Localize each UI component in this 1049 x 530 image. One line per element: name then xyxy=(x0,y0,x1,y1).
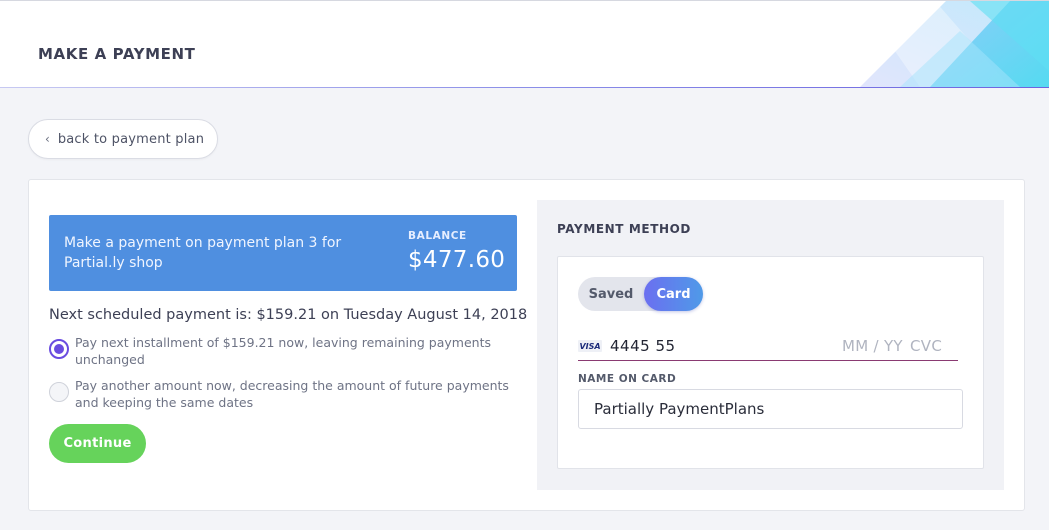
card-expiry-placeholder[interactable]: MM / YY xyxy=(842,337,903,355)
tab-saved[interactable]: Saved xyxy=(578,277,644,311)
option-pay-next-installment[interactable]: Pay next installment of $159.21 now, lea… xyxy=(49,334,515,368)
payment-method-title: PAYMENT METHOD xyxy=(557,222,691,236)
back-to-payment-plan-button[interactable]: ‹ back to payment plan xyxy=(28,119,218,159)
card-cvc-placeholder[interactable]: CVC xyxy=(910,337,942,355)
chevron-left-icon: ‹ xyxy=(45,132,50,146)
radio-unselected[interactable] xyxy=(49,382,69,402)
header-decoration xyxy=(860,1,1049,87)
option-pay-another-amount[interactable]: Pay another amount now, decreasing the a… xyxy=(49,377,515,411)
next-scheduled-payment: Next scheduled payment is: $159.21 on Tu… xyxy=(49,307,528,323)
card-number-value[interactable]: 4445 55 xyxy=(610,337,676,355)
page-header: MAKE A PAYMENT xyxy=(0,0,1049,88)
tab-card[interactable]: Card xyxy=(644,277,703,311)
option-label: Pay another amount now, decreasing the a… xyxy=(75,378,509,410)
name-on-card-label: NAME ON CARD xyxy=(578,373,677,385)
payment-plan-banner: Make a payment on payment plan 3 for Par… xyxy=(49,215,517,291)
card-number-field[interactable]: VISA 4445 55 MM / YY CVC xyxy=(578,334,958,361)
header-divider xyxy=(0,87,1049,88)
page-title: MAKE A PAYMENT xyxy=(38,45,196,63)
option-label: Pay next installment of $159.21 now, lea… xyxy=(75,335,491,367)
visa-card-icon: VISA xyxy=(578,340,602,352)
back-button-label: back to payment plan xyxy=(57,131,205,147)
banner-message: Make a payment on payment plan 3 for Par… xyxy=(64,235,342,271)
balance-value: $477.60 xyxy=(408,247,506,273)
radio-selected[interactable] xyxy=(49,339,69,359)
continue-button[interactable]: Continue xyxy=(49,424,146,463)
name-on-card-input[interactable] xyxy=(578,389,963,429)
balance-label: BALANCE xyxy=(408,230,467,242)
